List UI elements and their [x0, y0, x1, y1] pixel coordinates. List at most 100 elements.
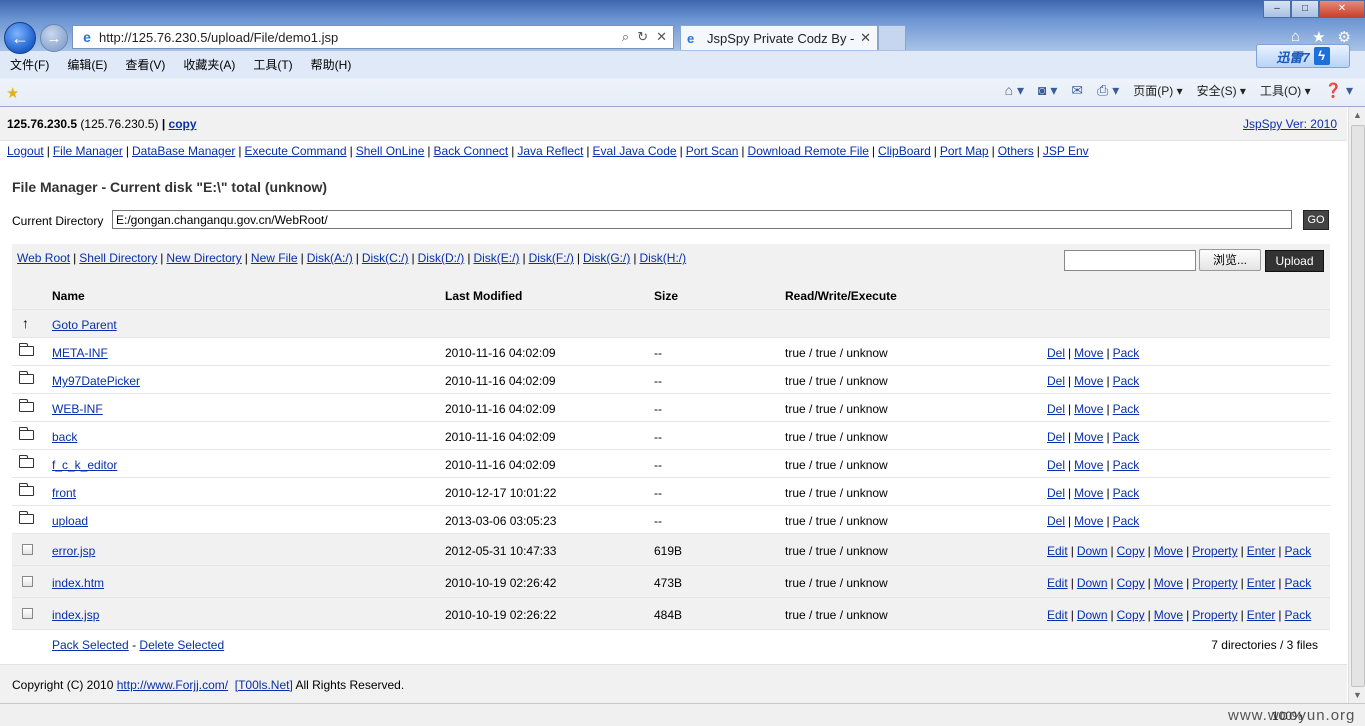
address-bar[interactable]: e http://125.76.230.5/upload/File/demo1.… [72, 25, 674, 49]
del-link[interactable]: Del [1047, 486, 1065, 500]
select-checkbox[interactable] [22, 608, 33, 619]
forward-button[interactable]: → [40, 24, 68, 52]
del-link[interactable]: Del [1047, 458, 1065, 472]
nav-link-eval-java-code[interactable]: Eval Java Code [593, 144, 677, 158]
down-link[interactable]: Down [1077, 608, 1108, 622]
copy-link[interactable]: Copy [1117, 608, 1145, 622]
dir-name-link[interactable]: My97DatePicker [52, 374, 140, 388]
zoom-level[interactable]: 100% [1272, 709, 1303, 723]
enter-link[interactable]: Enter [1247, 576, 1276, 590]
forjj-link[interactable]: http://www.Forjj.com/ [117, 678, 228, 692]
close-window-button[interactable]: ✕ [1319, 0, 1365, 18]
pack-link[interactable]: Pack [1113, 430, 1140, 444]
property-link[interactable]: Property [1192, 576, 1237, 590]
browse-button[interactable]: 浏览... [1199, 249, 1261, 271]
move-link[interactable]: Move [1074, 374, 1103, 388]
property-link[interactable]: Property [1192, 544, 1237, 558]
nav-link-file-manager[interactable]: File Manager [53, 144, 123, 158]
dir-name-link[interactable]: front [52, 486, 76, 500]
refresh-icon[interactable]: ↻ [637, 29, 648, 45]
nav-link-database-manager[interactable]: DataBase Manager [132, 144, 235, 158]
maximize-button[interactable]: □ [1291, 0, 1319, 18]
nav-link-shell-online[interactable]: Shell OnLine [356, 144, 425, 158]
pack-selected-link[interactable]: Pack Selected [52, 638, 129, 652]
delete-selected-link[interactable]: Delete Selected [139, 638, 224, 652]
quick-link-disk-g[interactable]: Disk(G:/) [583, 251, 630, 265]
menu-favorites[interactable]: 收藏夹(A) [173, 55, 243, 75]
quick-link-disk-d[interactable]: Disk(D:/) [418, 251, 465, 265]
menu-tools[interactable]: 工具(T) [243, 55, 300, 75]
back-button[interactable]: ← [4, 22, 36, 54]
upload-file-input[interactable] [1064, 250, 1196, 271]
quick-link-shell-directory[interactable]: Shell Directory [79, 251, 157, 265]
move-link[interactable]: Move [1074, 514, 1103, 528]
move-link[interactable]: Move [1074, 458, 1103, 472]
down-link[interactable]: Down [1077, 576, 1108, 590]
minimize-button[interactable]: – [1263, 0, 1291, 18]
quick-link-disk-c[interactable]: Disk(C:/) [362, 251, 409, 265]
copy-link[interactable]: Copy [1117, 576, 1145, 590]
pack-link[interactable]: Pack [1285, 608, 1312, 622]
go-button[interactable]: GO [1303, 210, 1329, 230]
move-link[interactable]: Move [1154, 544, 1183, 558]
tab-close-icon[interactable]: ✕ [860, 30, 871, 46]
file-name-link[interactable]: index.jsp [52, 608, 99, 622]
page-menu[interactable]: 页面(P) ▾ [1133, 82, 1182, 99]
select-checkbox[interactable] [22, 544, 33, 555]
pack-link[interactable]: Pack [1285, 576, 1312, 590]
scroll-down-icon[interactable]: ▼ [1349, 687, 1365, 703]
pack-link[interactable]: Pack [1285, 544, 1312, 558]
move-link[interactable]: Move [1154, 608, 1183, 622]
dir-name-link[interactable]: META-INF [52, 346, 108, 360]
quick-link-disk-e[interactable]: Disk(E:/) [473, 251, 519, 265]
tools-menu[interactable]: 工具(O) ▾ [1260, 82, 1311, 99]
address-url[interactable]: http://125.76.230.5/upload/File/demo1.js… [99, 30, 622, 45]
nav-link-logout[interactable]: Logout [7, 144, 44, 158]
quick-link-web-root[interactable]: Web Root [17, 251, 70, 265]
search-icon[interactable]: ⌕ [622, 29, 629, 45]
file-name-link[interactable]: error.jsp [52, 544, 95, 558]
pack-link[interactable]: Pack [1113, 486, 1140, 500]
del-link[interactable]: Del [1047, 430, 1065, 444]
safety-menu[interactable]: 安全(S) ▾ [1197, 82, 1246, 99]
copy-link[interactable]: copy [169, 117, 197, 131]
current-directory-input[interactable]: E:/gongan.changanqu.gov.cn/WebRoot/ [112, 210, 1292, 229]
mail-icon[interactable]: ✉ [1071, 82, 1083, 99]
stop-icon[interactable]: ✕ [656, 29, 667, 45]
quick-link-new-directory[interactable]: New Directory [166, 251, 241, 265]
pack-link[interactable]: Pack [1113, 458, 1140, 472]
move-link[interactable]: Move [1074, 346, 1103, 360]
move-link[interactable]: Move [1074, 486, 1103, 500]
menu-help[interactable]: 帮助(H) [301, 55, 360, 75]
move-link[interactable]: Move [1074, 430, 1103, 444]
quick-link-disk-f[interactable]: Disk(F:/) [529, 251, 574, 265]
home-icon[interactable]: ⌂ ▾ [1005, 82, 1024, 99]
edit-link[interactable]: Edit [1047, 576, 1068, 590]
move-link[interactable]: Move [1154, 576, 1183, 590]
del-link[interactable]: Del [1047, 374, 1065, 388]
quick-link-disk-h[interactable]: Disk(H:/) [639, 251, 686, 265]
quick-link-disk-a[interactable]: Disk(A:/) [307, 251, 353, 265]
nav-link-port-scan[interactable]: Port Scan [686, 144, 739, 158]
nav-link-port-map[interactable]: Port Map [940, 144, 989, 158]
dir-name-link[interactable]: upload [52, 514, 88, 528]
copy-link[interactable]: Copy [1117, 544, 1145, 558]
scroll-up-icon[interactable]: ▲ [1349, 107, 1365, 123]
new-tab-button[interactable] [878, 25, 906, 50]
rss-feed-icon[interactable]: ◙ ▾ [1038, 82, 1057, 99]
enter-link[interactable]: Enter [1247, 608, 1276, 622]
tab-jspspy[interactable]: e JspSpy Private Codz By -... ✕ [680, 25, 878, 50]
nav-link-execute-command[interactable]: Execute Command [245, 144, 347, 158]
menu-view[interactable]: 查看(V) [115, 55, 173, 75]
xunlei-toolbar-button[interactable]: 迅雷7 ϟ [1256, 44, 1350, 68]
enter-link[interactable]: Enter [1247, 544, 1276, 558]
help-icon[interactable]: ❓ ▾ [1325, 82, 1353, 99]
print-icon[interactable]: ⎙ ▾ [1097, 82, 1119, 99]
vertical-scrollbar[interactable]: ▲ ▼ [1348, 107, 1365, 703]
pack-link[interactable]: Pack [1113, 402, 1140, 416]
nav-link-clipboard[interactable]: ClipBoard [878, 144, 931, 158]
file-name-link[interactable]: index.htm [52, 576, 104, 590]
pack-link[interactable]: Pack [1113, 374, 1140, 388]
t00ls-link[interactable]: [T00ls.Net] [235, 678, 293, 692]
nav-link-back-connect[interactable]: Back Connect [434, 144, 509, 158]
